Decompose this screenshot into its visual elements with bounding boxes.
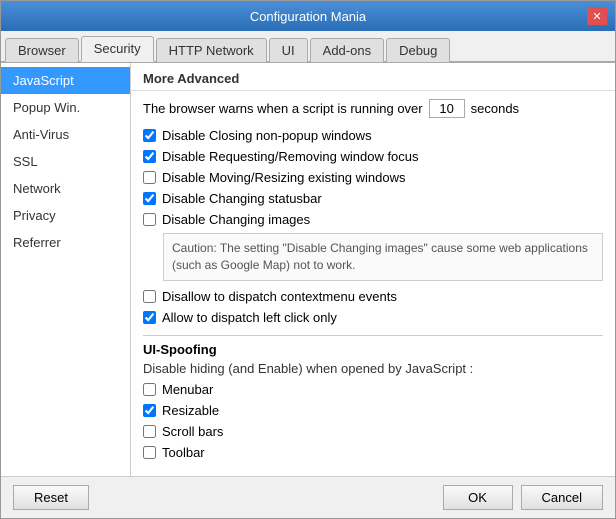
checkbox-toolbar-label: Toolbar — [162, 445, 205, 460]
sidebar-item-anti-virus[interactable]: Anti-Virus — [1, 121, 130, 148]
tab-add-ons[interactable]: Add-ons — [310, 38, 384, 62]
script-timeout-label-after: seconds — [471, 101, 519, 116]
checkbox-disable-requesting-input[interactable] — [143, 150, 156, 163]
sidebar-item-referrer[interactable]: Referrer — [1, 229, 130, 256]
checkbox-disable-images-label: Disable Changing images — [162, 212, 310, 227]
footer-right: OK Cancel — [443, 485, 603, 510]
footer: Reset OK Cancel — [1, 476, 615, 518]
checkbox-disable-closing-label: Disable Closing non-popup windows — [162, 128, 372, 143]
script-timeout-input[interactable] — [429, 99, 465, 118]
checkbox-disable-closing-input[interactable] — [143, 129, 156, 142]
checkbox-toolbar: Toolbar — [143, 445, 603, 460]
ui-spoofing-title: UI-Spoofing — [143, 342, 603, 357]
checkbox-resizable-input[interactable] — [143, 404, 156, 417]
checkbox-scroll-bars-label: Scroll bars — [162, 424, 223, 439]
checkbox-disable-closing: Disable Closing non-popup windows — [143, 128, 603, 143]
checkbox-menubar-input[interactable] — [143, 383, 156, 396]
checkbox-allow-left-click-label: Allow to dispatch left click only — [162, 310, 337, 325]
script-timeout-label-before: The browser warns when a script is runni… — [143, 101, 423, 116]
checkbox-disable-requesting-label: Disable Requesting/Removing window focus — [162, 149, 419, 164]
checkbox-disallow-dispatch-label: Disallow to dispatch contextmenu events — [162, 289, 397, 304]
title-bar: Configuration Mania ✕ — [1, 1, 615, 31]
reset-button[interactable]: Reset — [13, 485, 89, 510]
tab-browser[interactable]: Browser — [5, 38, 79, 62]
checkbox-scroll-bars: Scroll bars — [143, 424, 603, 439]
checkbox-disable-statusbar-input[interactable] — [143, 192, 156, 205]
ok-button[interactable]: OK — [443, 485, 513, 510]
tab-ui[interactable]: UI — [269, 38, 308, 62]
checkbox-disable-moving: Disable Moving/Resizing existing windows — [143, 170, 603, 185]
ui-spoofing-section: UI-Spoofing Disable hiding (and Enable) … — [143, 335, 603, 460]
checkbox-toolbar-input[interactable] — [143, 446, 156, 459]
section-title: More Advanced — [131, 63, 615, 91]
sidebar: JavaScript Popup Win. Anti-Virus SSL Net… — [1, 63, 131, 476]
checkbox-allow-left-click: Allow to dispatch left click only — [143, 310, 603, 325]
sidebar-item-privacy[interactable]: Privacy — [1, 202, 130, 229]
checkbox-disable-images-input[interactable] — [143, 213, 156, 226]
sidebar-item-network[interactable]: Network — [1, 175, 130, 202]
main-panel: More Advanced The browser warns when a s… — [131, 63, 615, 476]
sidebar-item-ssl[interactable]: SSL — [1, 148, 130, 175]
checkbox-disallow-dispatch: Disallow to dispatch contextmenu events — [143, 289, 603, 304]
sidebar-item-popup-win[interactable]: Popup Win. — [1, 94, 130, 121]
cancel-button[interactable]: Cancel — [521, 485, 603, 510]
caution-box: Caution: The setting "Disable Changing i… — [163, 233, 603, 281]
main-window: Configuration Mania ✕ Browser Security H… — [0, 0, 616, 519]
checkbox-disable-requesting: Disable Requesting/Removing window focus — [143, 149, 603, 164]
checkbox-menubar-label: Menubar — [162, 382, 213, 397]
tab-security[interactable]: Security — [81, 36, 154, 62]
checkbox-disable-moving-input[interactable] — [143, 171, 156, 184]
tab-debug[interactable]: Debug — [386, 38, 450, 62]
checkbox-allow-left-click-input[interactable] — [143, 311, 156, 324]
tab-bar: Browser Security HTTP Network UI Add-ons… — [1, 31, 615, 63]
content-area: JavaScript Popup Win. Anti-Virus SSL Net… — [1, 63, 615, 476]
sidebar-item-javascript[interactable]: JavaScript — [1, 67, 130, 94]
script-timeout-row: The browser warns when a script is runni… — [143, 99, 603, 118]
tab-http-network[interactable]: HTTP Network — [156, 38, 267, 62]
checkbox-disable-moving-label: Disable Moving/Resizing existing windows — [162, 170, 406, 185]
caution-text: Caution: The setting "Disable Changing i… — [172, 241, 588, 272]
ui-spoofing-desc: Disable hiding (and Enable) when opened … — [143, 361, 603, 376]
checkbox-scroll-bars-input[interactable] — [143, 425, 156, 438]
checkbox-resizable: Resizable — [143, 403, 603, 418]
close-button[interactable]: ✕ — [587, 7, 607, 25]
window-title: Configuration Mania — [29, 9, 587, 24]
checkbox-menubar: Menubar — [143, 382, 603, 397]
checkbox-disable-statusbar: Disable Changing statusbar — [143, 191, 603, 206]
checkbox-disable-statusbar-label: Disable Changing statusbar — [162, 191, 322, 206]
checkbox-disallow-dispatch-input[interactable] — [143, 290, 156, 303]
checkbox-disable-images: Disable Changing images — [143, 212, 603, 227]
checkbox-resizable-label: Resizable — [162, 403, 219, 418]
scrollable-content: The browser warns when a script is runni… — [131, 91, 615, 476]
